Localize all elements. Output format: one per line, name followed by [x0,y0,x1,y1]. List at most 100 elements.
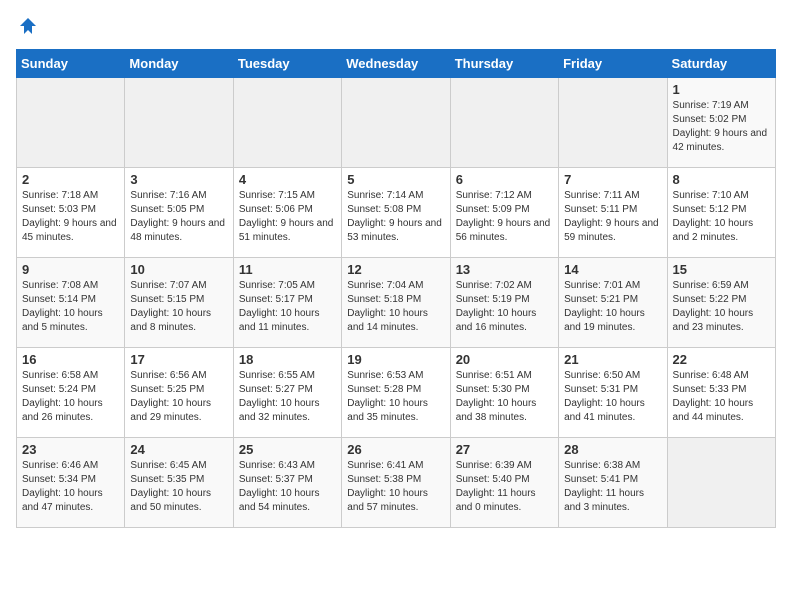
column-header-tuesday: Tuesday [233,50,341,78]
day-number: 14 [564,262,661,277]
day-cell: 23 Sunrise: 6:46 AM Sunset: 5:34 PM Dayli… [17,438,125,528]
day-info: Sunrise: 6:55 AM Sunset: 5:27 PM Dayligh… [239,369,336,425]
day-number: 17 [130,352,227,367]
day-number: 21 [564,352,661,367]
column-header-sunday: Sunday [17,50,125,78]
day-info: Sunrise: 7:05 AM Sunset: 5:17 PM Dayligh… [239,279,336,335]
day-cell: 1Sunrise: 7:19 AM Sunset: 5:02 PM Daylig… [667,78,775,168]
day-cell [342,78,450,168]
day-cell: 3 Sunrise: 7:16 AM Sunset: 5:05 PM Daylig… [125,168,233,258]
day-info: Sunrise: 7:01 AM Sunset: 5:21 PM Dayligh… [564,279,661,335]
week-row: 2 Sunrise: 7:18 AM Sunset: 5:03 PM Daylig… [17,168,776,258]
logo-icon [18,16,38,36]
day-cell: 15 Sunrise: 6:59 AM Sunset: 5:22 PM Dayli… [667,258,775,348]
day-info: Sunrise: 7:08 AM Sunset: 5:14 PM Dayligh… [22,279,119,335]
day-number: 5 [347,172,444,187]
day-cell: 16 Sunrise: 6:58 AM Sunset: 5:24 PM Dayli… [17,348,125,438]
week-row: 16 Sunrise: 6:58 AM Sunset: 5:24 PM Dayli… [17,348,776,438]
day-number: 3 [130,172,227,187]
column-header-thursday: Thursday [450,50,558,78]
page-header [16,16,776,41]
logo-text [16,16,38,41]
day-number: 19 [347,352,444,367]
day-cell: 2 Sunrise: 7:18 AM Sunset: 5:03 PM Daylig… [17,168,125,258]
day-info: Sunrise: 7:10 AM Sunset: 5:12 PM Dayligh… [673,189,770,245]
day-cell: 9 Sunrise: 7:08 AM Sunset: 5:14 PM Daylig… [17,258,125,348]
day-info: Sunrise: 6:43 AM Sunset: 5:37 PM Dayligh… [239,459,336,515]
calendar-table: SundayMondayTuesdayWednesdayThursdayFrid… [16,49,776,528]
day-cell: 27 Sunrise: 6:39 AM Sunset: 5:40 PM Dayli… [450,438,558,528]
day-cell: 12 Sunrise: 7:04 AM Sunset: 5:18 PM Dayli… [342,258,450,348]
day-cell: 21Sunrise: 6:50 AM Sunset: 5:31 PM Dayli… [559,348,667,438]
day-number: 7 [564,172,661,187]
day-number: 13 [456,262,553,277]
day-cell: 4 Sunrise: 7:15 AM Sunset: 5:06 PM Daylig… [233,168,341,258]
day-number: 8 [673,172,770,187]
day-cell: 19 Sunrise: 6:53 AM Sunset: 5:28 PM Dayli… [342,348,450,438]
week-row: 1Sunrise: 7:19 AM Sunset: 5:02 PM Daylig… [17,78,776,168]
week-row: 9 Sunrise: 7:08 AM Sunset: 5:14 PM Daylig… [17,258,776,348]
day-info: Sunrise: 6:51 AM Sunset: 5:30 PM Dayligh… [456,369,553,425]
day-number: 6 [456,172,553,187]
day-number: 25 [239,442,336,457]
day-number: 15 [673,262,770,277]
day-cell [559,78,667,168]
day-cell [233,78,341,168]
day-number: 23 [22,442,119,457]
day-info: Sunrise: 7:11 AM Sunset: 5:11 PM Dayligh… [564,189,661,245]
day-number: 12 [347,262,444,277]
column-header-friday: Friday [559,50,667,78]
day-cell: 8 Sunrise: 7:10 AM Sunset: 5:12 PM Daylig… [667,168,775,258]
day-number: 20 [456,352,553,367]
header-row: SundayMondayTuesdayWednesdayThursdayFrid… [17,50,776,78]
day-info: Sunrise: 6:53 AM Sunset: 5:28 PM Dayligh… [347,369,444,425]
day-number: 11 [239,262,336,277]
day-cell: 24Sunrise: 6:45 AM Sunset: 5:35 PM Dayli… [125,438,233,528]
day-cell: 14 Sunrise: 7:01 AM Sunset: 5:21 PM Dayli… [559,258,667,348]
day-info: Sunrise: 6:58 AM Sunset: 5:24 PM Dayligh… [22,369,119,425]
day-info: Sunrise: 6:38 AM Sunset: 5:41 PM Dayligh… [564,459,661,515]
day-number: 4 [239,172,336,187]
day-cell [17,78,125,168]
day-info: Sunrise: 7:19 AM Sunset: 5:02 PM Dayligh… [673,99,770,155]
day-info: Sunrise: 6:41 AM Sunset: 5:38 PM Dayligh… [347,459,444,515]
day-cell: 10 Sunrise: 7:07 AM Sunset: 5:15 PM Dayli… [125,258,233,348]
day-info: Sunrise: 6:39 AM Sunset: 5:40 PM Dayligh… [456,459,553,515]
day-info: Sunrise: 7:14 AM Sunset: 5:08 PM Dayligh… [347,189,444,245]
day-cell: 26 Sunrise: 6:41 AM Sunset: 5:38 PM Dayli… [342,438,450,528]
day-info: Sunrise: 6:46 AM Sunset: 5:34 PM Dayligh… [22,459,119,515]
day-cell: 17 Sunrise: 6:56 AM Sunset: 5:25 PM Dayli… [125,348,233,438]
day-number: 16 [22,352,119,367]
day-cell: 5 Sunrise: 7:14 AM Sunset: 5:08 PM Daylig… [342,168,450,258]
day-cell: 13Sunrise: 7:02 AM Sunset: 5:19 PM Dayli… [450,258,558,348]
day-cell: 6 Sunrise: 7:12 AM Sunset: 5:09 PM Daylig… [450,168,558,258]
week-row: 23 Sunrise: 6:46 AM Sunset: 5:34 PM Dayli… [17,438,776,528]
column-header-monday: Monday [125,50,233,78]
day-cell: 20 Sunrise: 6:51 AM Sunset: 5:30 PM Dayli… [450,348,558,438]
day-info: Sunrise: 7:15 AM Sunset: 5:06 PM Dayligh… [239,189,336,245]
column-header-wednesday: Wednesday [342,50,450,78]
day-info: Sunrise: 6:59 AM Sunset: 5:22 PM Dayligh… [673,279,770,335]
day-number: 28 [564,442,661,457]
day-info: Sunrise: 7:07 AM Sunset: 5:15 PM Dayligh… [130,279,227,335]
day-number: 27 [456,442,553,457]
day-number: 10 [130,262,227,277]
day-number: 18 [239,352,336,367]
day-info: Sunrise: 7:18 AM Sunset: 5:03 PM Dayligh… [22,189,119,245]
column-header-saturday: Saturday [667,50,775,78]
day-info: Sunrise: 7:04 AM Sunset: 5:18 PM Dayligh… [347,279,444,335]
logo [16,16,38,41]
day-info: Sunrise: 7:16 AM Sunset: 5:05 PM Dayligh… [130,189,227,245]
day-number: 9 [22,262,119,277]
day-number: 22 [673,352,770,367]
day-cell [667,438,775,528]
day-info: Sunrise: 7:12 AM Sunset: 5:09 PM Dayligh… [456,189,553,245]
day-cell: 7 Sunrise: 7:11 AM Sunset: 5:11 PM Daylig… [559,168,667,258]
day-info: Sunrise: 6:48 AM Sunset: 5:33 PM Dayligh… [673,369,770,425]
day-info: Sunrise: 6:56 AM Sunset: 5:25 PM Dayligh… [130,369,227,425]
day-number: 26 [347,442,444,457]
day-cell: 11 Sunrise: 7:05 AM Sunset: 5:17 PM Dayli… [233,258,341,348]
day-number: 2 [22,172,119,187]
day-cell: 28 Sunrise: 6:38 AM Sunset: 5:41 PM Dayli… [559,438,667,528]
day-cell: 25 Sunrise: 6:43 AM Sunset: 5:37 PM Dayli… [233,438,341,528]
